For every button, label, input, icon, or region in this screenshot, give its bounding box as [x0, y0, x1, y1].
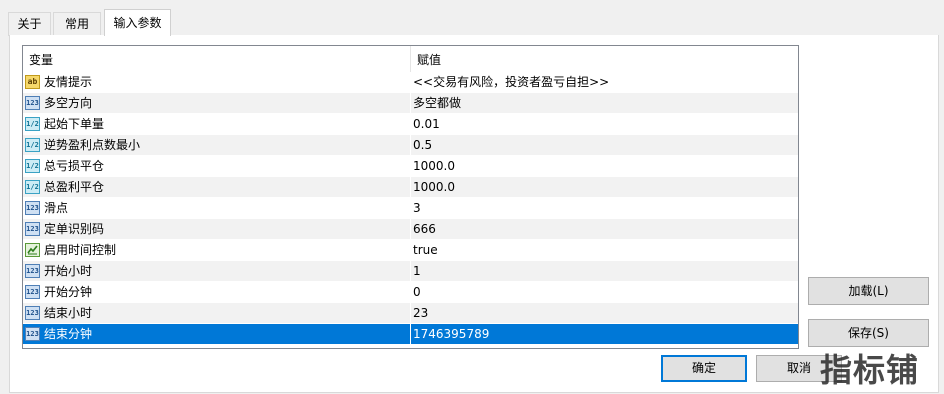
variable-value[interactable]: 23	[413, 303, 428, 324]
table-row[interactable]: ab 友情提示 <<交易有风险，投资者盈亏自担>>	[23, 72, 798, 93]
cell-separator	[410, 93, 411, 114]
variable-value[interactable]: <<交易有风险，投资者盈亏自担>>	[413, 72, 609, 93]
cell-separator	[410, 282, 411, 303]
ok-button[interactable]: 确定	[661, 355, 747, 382]
text-type-icon: ab	[25, 75, 40, 89]
cell-separator	[410, 72, 411, 93]
tab-common[interactable]: 常用	[53, 12, 101, 35]
variable-name: 结束小时	[44, 306, 93, 320]
variable-name: 滑点	[44, 201, 69, 215]
integer-type-icon: 123	[25, 201, 40, 215]
variable-name: 启用时间控制	[44, 243, 117, 257]
tab-strip: 关于 常用 输入参数	[0, 0, 944, 36]
variable-value[interactable]: 1	[413, 261, 421, 282]
cell-separator	[410, 219, 411, 240]
table-row[interactable]: 123 结束小时 23	[23, 303, 798, 324]
variable-value[interactable]: 3	[413, 198, 421, 219]
table-row[interactable]: 123 开始分钟 0	[23, 282, 798, 303]
tab-about[interactable]: 关于	[8, 12, 51, 35]
inputs-grid: 变量 赋值 ab 友情提示 <<交易有风险，投资者盈亏自担>> 123 多空方向 多空都做…	[22, 45, 799, 349]
table-row[interactable]: 启用时间控制 true	[23, 240, 798, 261]
variable-name: 起始下单量	[44, 117, 105, 131]
watermark-logo: 指标铺	[820, 351, 920, 389]
cell-separator	[410, 303, 411, 324]
variable-name: 友情提示	[44, 75, 93, 89]
grid-header: 变量 赋值	[23, 46, 798, 72]
variable-value[interactable]: 666	[413, 219, 436, 240]
column-header-value[interactable]: 赋值	[411, 46, 441, 72]
cell-separator	[410, 324, 411, 345]
table-row[interactable]: 123 开始小时 1	[23, 261, 798, 282]
bool-type-icon	[25, 243, 40, 257]
integer-type-icon: 123	[25, 285, 40, 299]
integer-type-icon: 123	[25, 222, 40, 236]
table-row[interactable]: 123 定单识别码 666	[23, 219, 798, 240]
variable-value[interactable]: 0	[413, 282, 421, 303]
table-row[interactable]: 1/2 总亏损平仓 1000.0	[23, 156, 798, 177]
variable-name: 定单识别码	[44, 222, 105, 236]
variable-value[interactable]: 多空都做	[413, 93, 461, 114]
load-button[interactable]: 加载(L)	[808, 277, 929, 305]
table-row[interactable]: 1/2 起始下单量 0.01	[23, 114, 798, 135]
variable-name: 开始分钟	[44, 285, 93, 299]
table-row[interactable]: 123 滑点 3	[23, 198, 798, 219]
variable-value[interactable]: 0.5	[413, 135, 432, 156]
variable-value[interactable]: 0.01	[413, 114, 440, 135]
double-type-icon: 1/2	[25, 159, 40, 173]
integer-type-icon: 123	[25, 306, 40, 320]
variable-value[interactable]: 1000.0	[413, 156, 455, 177]
tab-inputs[interactable]: 输入参数	[104, 9, 171, 36]
table-row[interactable]: 1/2 逆势盈利点数最小 0.5	[23, 135, 798, 156]
double-type-icon: 1/2	[25, 180, 40, 194]
integer-type-icon: 123	[25, 96, 40, 110]
variable-name: 总盈利平仓	[44, 180, 105, 194]
cell-separator	[410, 156, 411, 177]
save-button[interactable]: 保存(S)	[808, 319, 929, 347]
variable-name: 结束分钟	[44, 327, 93, 341]
cell-separator	[410, 177, 411, 198]
variable-name: 逆势盈利点数最小	[44, 138, 141, 152]
table-row-selected[interactable]: 123 结束分钟 1746395789	[23, 324, 798, 345]
variable-name: 总亏损平仓	[44, 159, 105, 173]
variable-value[interactable]: 1000.0	[413, 177, 455, 198]
cell-separator	[410, 135, 411, 156]
double-type-icon: 1/2	[25, 117, 40, 131]
cell-separator	[410, 261, 411, 282]
integer-type-icon: 123	[25, 264, 40, 278]
variable-value[interactable]: 1746395789	[413, 324, 489, 345]
variable-value[interactable]: true	[413, 240, 438, 261]
table-row[interactable]: 123 多空方向 多空都做	[23, 93, 798, 114]
integer-type-icon: 123	[25, 327, 40, 341]
variable-name: 开始小时	[44, 264, 93, 278]
column-header-variable[interactable]: 变量	[23, 46, 53, 72]
cell-separator	[410, 114, 411, 135]
cell-separator	[410, 240, 411, 261]
table-row[interactable]: 1/2 总盈利平仓 1000.0	[23, 177, 798, 198]
cell-separator	[410, 198, 411, 219]
double-type-icon: 1/2	[25, 138, 40, 152]
variable-name: 多空方向	[44, 96, 93, 110]
